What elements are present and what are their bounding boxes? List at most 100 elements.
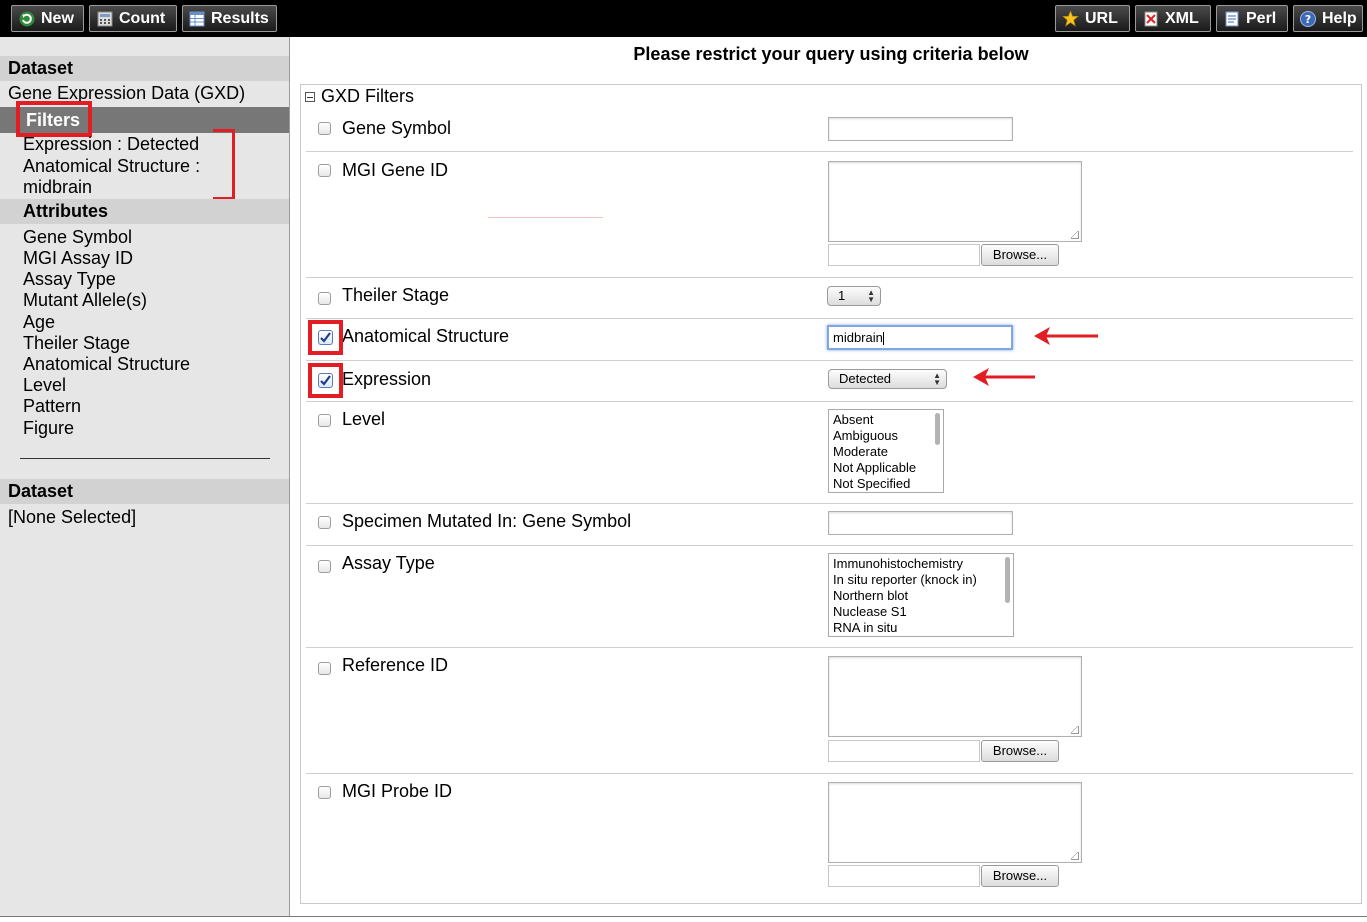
gene-symbol-checkbox[interactable] (318, 122, 331, 135)
theiler-stage-checkbox[interactable] (318, 292, 331, 305)
list-item[interactable]: Immunohistochemistry (833, 556, 1013, 572)
xml-button-label: XML (1165, 9, 1199, 27)
sidebar-attribute-item[interactable]: Mutant Allele(s) (23, 290, 147, 311)
checkbox-highlight-box (308, 363, 343, 398)
faint-divider (488, 217, 603, 218)
gene-symbol-input[interactable] (828, 117, 1013, 141)
mgi-probe-id-textarea[interactable] (828, 782, 1082, 863)
mgi-gene-id-textarea[interactable] (828, 161, 1082, 242)
list-item[interactable]: Nuclease S1 (833, 604, 1013, 620)
list-item[interactable]: Absent (833, 412, 943, 428)
mgi-probe-id-browse-button[interactable]: Browse... (981, 865, 1059, 887)
text-cursor (882, 332, 884, 346)
assay-type-label: Assay Type (342, 553, 435, 573)
highlight-bracket (213, 129, 235, 200)
reference-id-file-field[interactable] (828, 740, 980, 762)
assay-type-checkbox[interactable] (318, 560, 331, 573)
specimen-mutated-input[interactable] (828, 511, 1013, 535)
new-button[interactable]: New (11, 5, 84, 32)
url-button[interactable]: URL (1055, 5, 1130, 32)
reference-id-checkbox[interactable] (318, 662, 331, 675)
refresh-icon (18, 10, 35, 27)
xml-button[interactable]: XML (1135, 5, 1211, 32)
scrollbar-thumb[interactable] (935, 413, 940, 445)
mgi-gene-id-browse-button[interactable]: Browse... (981, 244, 1059, 266)
sidebar-filter-anatomical-structure[interactable]: Anatomical Structure : (23, 156, 200, 177)
scrollbar-thumb[interactable] (1005, 557, 1010, 603)
top-toolbar: New Count Results URL XML Perl ? Help (0, 0, 1367, 37)
list-item[interactable]: In situ reporter (knock in) (833, 572, 1013, 588)
url-button-label: URL (1085, 9, 1118, 27)
list-item[interactable]: Ambiguous (833, 428, 943, 444)
perl-button[interactable]: Perl (1216, 5, 1288, 32)
list-item[interactable]: RNA in situ (833, 620, 1013, 636)
select-arrows-icon: ▲ ▼ (933, 371, 941, 387)
mgi-probe-id-checkbox[interactable] (318, 786, 331, 799)
sidebar-attribute-item[interactable]: Anatomical Structure (23, 354, 190, 375)
anatomical-structure-input-value: midbrain (833, 330, 883, 345)
sidebar-dataset2-heading: Dataset (0, 479, 289, 504)
sidebar-dataset2-value[interactable]: [None Selected] (8, 507, 136, 528)
mgi-probe-id-label: MGI Probe ID (342, 781, 453, 801)
reference-id-browse-button[interactable]: Browse... (981, 740, 1059, 762)
sidebar-filter-expression[interactable]: Expression : Detected (23, 134, 199, 155)
svg-text:?: ? (1305, 13, 1311, 26)
level-label: Level (342, 409, 386, 429)
anatomical-structure-label: Anatomical Structure (342, 326, 510, 346)
mgi-gene-id-checkbox[interactable] (318, 164, 331, 177)
reference-id-label: Reference ID (342, 655, 449, 675)
mgi-gene-id-label: MGI Gene ID (342, 160, 449, 180)
reference-id-textarea[interactable] (828, 656, 1082, 737)
sidebar-attribute-item[interactable]: Theiler Stage (23, 333, 130, 354)
anatomical-structure-input[interactable]: midbrain (827, 325, 1013, 350)
sidebar-filter-anatomical-value[interactable]: midbrain (23, 177, 92, 198)
new-button-label: New (41, 9, 74, 27)
sidebar-attribute-item[interactable]: Gene Symbol (23, 227, 132, 248)
theiler-stage-select[interactable]: 1 ▲ ▼ (827, 286, 881, 306)
table-icon (189, 10, 205, 27)
sidebar: Dataset Gene Expression Data (GXD) Filte… (0, 37, 290, 916)
stepper-arrows-icon: ▲ ▼ (867, 288, 875, 304)
level-listbox[interactable]: Absent Ambiguous Moderate Not Applicable… (828, 409, 944, 493)
sidebar-filters-label: Filters (26, 110, 81, 130)
script-icon (1223, 10, 1240, 27)
sidebar-attribute-item[interactable]: MGI Assay ID (23, 248, 133, 269)
mgi-probe-id-file-field[interactable] (828, 865, 980, 887)
theiler-stage-select-value: 1 (838, 288, 846, 303)
help-button[interactable]: ? Help (1293, 5, 1363, 32)
sidebar-attribute-item[interactable]: Pattern (23, 396, 81, 417)
panel-heading[interactable]: GXD Filters (305, 86, 414, 107)
sidebar-attribute-item[interactable]: Level (23, 375, 66, 396)
expression-select-value: Detected (839, 371, 892, 386)
specimen-mutated-checkbox[interactable] (318, 516, 331, 529)
sidebar-attribute-item[interactable]: Figure (23, 418, 74, 439)
perl-button-label: Perl (1246, 9, 1277, 27)
sidebar-attribute-item[interactable]: Assay Type (23, 269, 116, 290)
sidebar-attributes-heading[interactable]: Attributes (23, 201, 108, 222)
list-item[interactable]: Not Applicable (833, 460, 943, 476)
count-button-label: Count (119, 9, 166, 27)
calculator-icon (96, 10, 113, 27)
xml-icon (1142, 10, 1159, 27)
list-item[interactable]: Not Specified (833, 476, 943, 492)
arrow-left-icon (973, 368, 1035, 386)
mgi-gene-id-file-field[interactable] (828, 244, 980, 266)
list-item[interactable]: Northern blot (833, 588, 1013, 604)
sidebar-filters-heading[interactable]: Filters (16, 101, 92, 137)
expression-select[interactable]: Detected ▲ ▼ (828, 369, 947, 389)
list-item[interactable]: Moderate (833, 444, 943, 460)
arrow-left-icon (1034, 327, 1098, 345)
specimen-mutated-label: Specimen Mutated In: Gene Symbol (342, 511, 632, 531)
sidebar-dataset-heading: Dataset (0, 56, 289, 81)
level-checkbox[interactable] (318, 414, 331, 427)
checkbox-highlight-box (308, 320, 343, 355)
expression-label: Expression (342, 369, 432, 389)
sidebar-divider (20, 458, 270, 459)
panel-heading-label: GXD Filters (321, 86, 415, 106)
star-icon (1062, 10, 1079, 27)
count-button[interactable]: Count (89, 5, 177, 32)
collapse-icon[interactable] (305, 91, 315, 102)
assay-type-listbox[interactable]: Immunohistochemistry In situ reporter (k… (828, 553, 1014, 637)
sidebar-attribute-item[interactable]: Age (23, 312, 55, 333)
results-button[interactable]: Results (182, 5, 277, 32)
